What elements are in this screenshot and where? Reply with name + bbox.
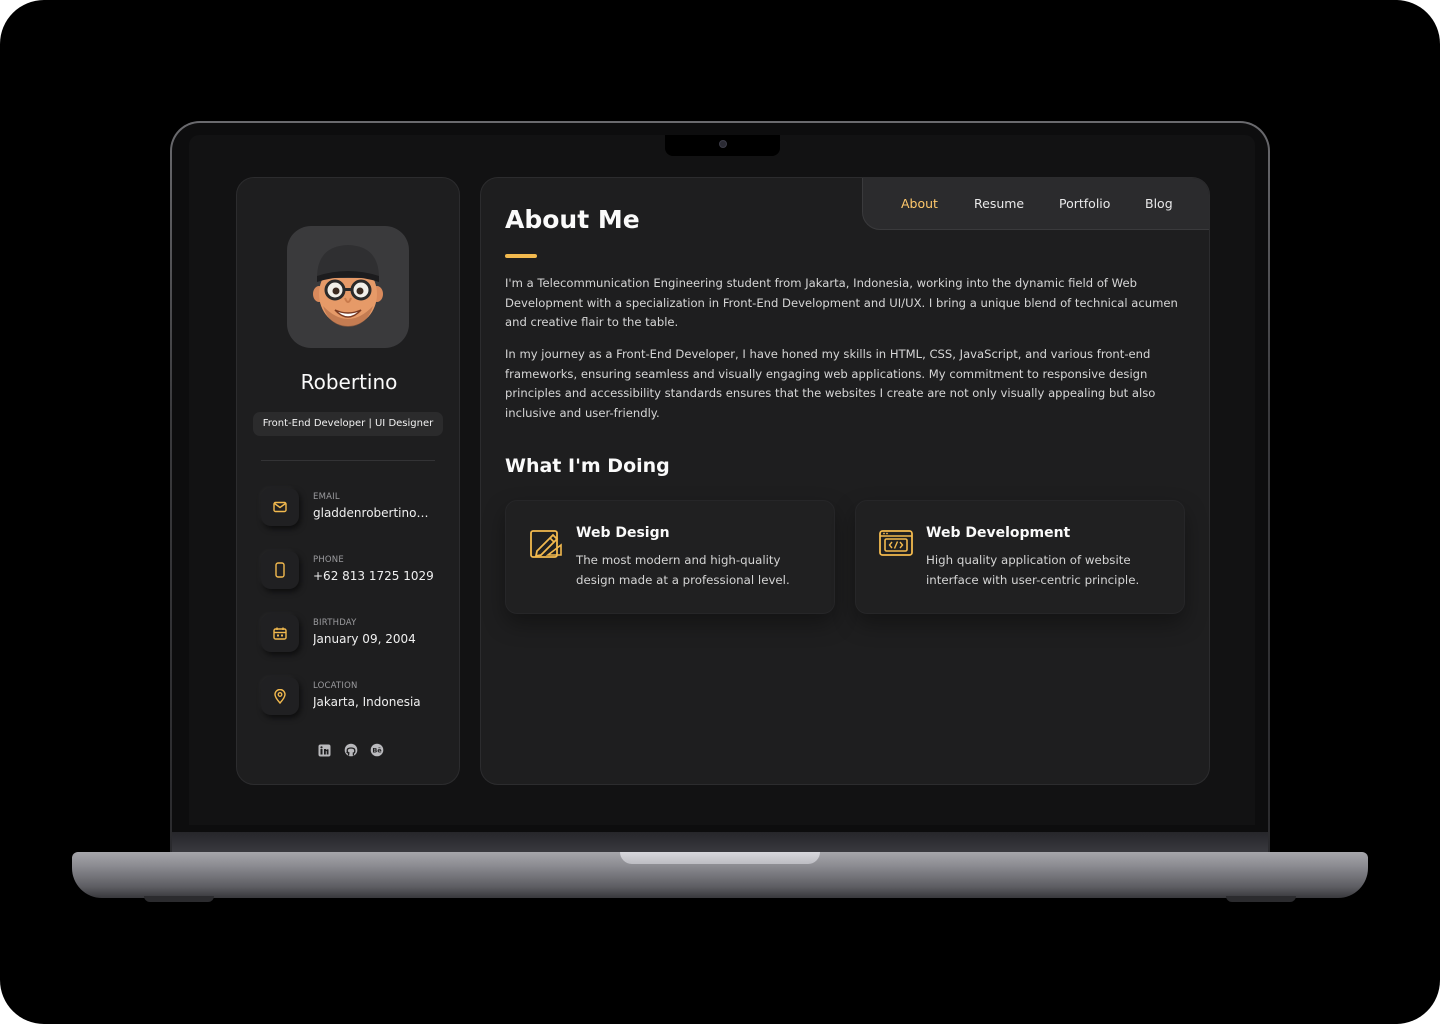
profile-sidebar: Robertino Front-End Developer | UI Desig… [236,177,460,785]
service-description: The most modern and high-quality design … [576,553,790,587]
section-title-doing: What I'm Doing [505,455,670,477]
birthday-value: January 09, 2004 [313,632,416,646]
github-icon[interactable] [343,742,359,758]
trackpad-notch [620,852,820,864]
contact-birthday: BIRTHDAY January 09, 2004 [261,612,441,654]
camera-icon [719,140,727,148]
memoji-avatar-icon [313,245,383,327]
phone-link[interactable]: +62 813 1725 1029 [313,569,439,583]
service-title: Web Development [926,525,1071,541]
contact-label: PHONE [313,555,344,565]
service-title: Web Design [576,525,670,541]
nav-blog[interactable]: Blog [1145,196,1173,211]
about-main-card: About Resume Portfolio Blog About Me I'm… [480,177,1210,785]
contact-label: LOCATION [313,681,358,691]
user-title-badge: Front-End Developer | UI Designer [253,412,443,436]
laptop-lid: Robertino Front-End Developer | UI Desig… [170,121,1270,856]
contact-label: BIRTHDAY [313,618,357,628]
laptop-screen: Robertino Front-End Developer | UI Desig… [189,135,1255,825]
mail-icon [261,488,299,526]
design-tools-icon [528,525,564,561]
page-title: About Me [505,205,640,234]
code-window-icon [878,525,914,561]
nav-portfolio[interactable]: Portfolio [1059,196,1110,211]
email-link[interactable]: gladdenrobertino@gmail.com [313,506,439,520]
laptop-foot [144,896,214,902]
laptop-foot [1226,896,1296,902]
contact-phone: PHONE +62 813 1725 1029 [261,549,441,591]
contact-label: EMAIL [313,492,340,502]
phone-icon [261,551,299,589]
camera-notch [665,135,780,156]
laptop-base [72,852,1368,898]
contact-email: EMAIL gladdenrobertino@gmail.com [261,486,441,528]
about-paragraph-1: I'm a Telecommunication Engineering stud… [505,276,1178,329]
location-pin-icon [261,677,299,715]
laptop-hinge [172,832,1268,854]
calendar-icon [261,614,299,652]
behance-icon[interactable]: Bē [369,742,385,758]
linkedin-icon[interactable] [316,742,332,758]
svg-text:Bē: Bē [372,746,382,754]
nav-resume[interactable]: Resume [974,196,1024,211]
contact-location: LOCATION Jakarta, Indonesia [261,675,441,717]
service-description: High quality application of website inte… [926,553,1140,587]
avatar [287,226,409,348]
device-mockup-frame: Robertino Front-End Developer | UI Desig… [0,0,1440,1024]
about-paragraph-2: In my journey as a Front-End Developer, … [505,347,1156,420]
nav-about[interactable]: About [901,196,938,211]
user-name: Robertino [300,370,398,394]
location-value: Jakarta, Indonesia [313,695,421,709]
service-card-web-development: Web Development High quality application… [855,500,1185,614]
top-navbar: About Resume Portfolio Blog [862,178,1209,230]
title-underline [505,254,537,258]
service-card-web-design: Web Design The most modern and high-qual… [505,500,835,614]
sidebar-divider [261,460,435,461]
